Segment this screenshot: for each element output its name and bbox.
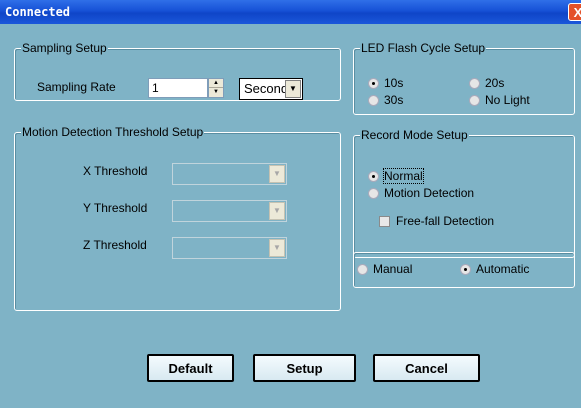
window-title: Connected [5, 5, 71, 19]
spinner-up-icon[interactable]: ▲ [209, 79, 223, 88]
led-10s-label: 10s [384, 76, 404, 90]
record-motion-label: Motion Detection [384, 186, 475, 200]
chevron-down-icon[interactable]: ▼ [269, 239, 285, 257]
led-nolight-radio[interactable]: No Light [469, 93, 530, 107]
led-20s-label: 20s [485, 76, 505, 90]
title-bar[interactable]: Connected X [0, 0, 581, 24]
radio-icon[interactable] [469, 94, 480, 106]
spinner-down-icon[interactable]: ▼ [209, 88, 223, 97]
record-normal-radio[interactable]: Normal [368, 168, 424, 184]
x-threshold-select[interactable]: ▼ [172, 163, 287, 185]
dialog-body: Sampling Setup Sampling Rate 1 ▲ ▼ Secon… [3, 24, 578, 404]
z-threshold-label: Z Threshold [83, 238, 147, 252]
mode-automatic-radio[interactable]: Automatic [460, 262, 529, 276]
radio-selected-icon[interactable] [368, 170, 379, 182]
sampling-rate-label: Sampling Rate [37, 80, 116, 94]
radio-icon[interactable] [368, 187, 379, 199]
led-flash-legend: LED Flash Cycle Setup [360, 41, 487, 55]
radio-selected-icon[interactable] [460, 263, 471, 275]
radio-selected-icon[interactable] [368, 77, 379, 89]
sampling-unit-value: Second [244, 81, 289, 96]
setup-button[interactable]: Setup [253, 354, 356, 382]
radio-icon[interactable] [368, 94, 379, 106]
freefall-label: Free-fall Detection [396, 214, 495, 228]
led-20s-radio[interactable]: 20s [469, 76, 504, 90]
chevron-down-icon[interactable]: ▼ [269, 202, 285, 220]
freefall-checkbox[interactable]: Free-fall Detection [379, 214, 494, 228]
checkbox-icon[interactable] [379, 215, 390, 227]
cancel-button[interactable]: Cancel [373, 354, 480, 382]
chevron-down-icon[interactable]: ▼ [269, 165, 285, 183]
default-button[interactable]: Default [147, 354, 234, 382]
sampling-rate-spinner[interactable]: ▲ ▼ [208, 78, 224, 98]
connected-window: Connected X Sampling Setup Sampling Rate… [0, 0, 581, 408]
record-mode-legend: Record Mode Setup [360, 128, 469, 142]
led-nolight-label: No Light [485, 93, 530, 107]
radio-icon[interactable] [469, 77, 480, 89]
led-30s-label: 30s [384, 93, 404, 107]
x-threshold-label: X Threshold [83, 164, 148, 178]
mode-automatic-label: Automatic [476, 262, 530, 276]
y-threshold-select[interactable]: ▼ [172, 200, 287, 222]
record-normal-label: Normal [383, 168, 424, 184]
sampling-unit-select[interactable]: Second ▼ [239, 78, 303, 100]
z-threshold-select[interactable]: ▼ [172, 237, 287, 259]
mode-manual-label: Manual [373, 262, 413, 276]
sampling-setup-legend: Sampling Setup [21, 41, 108, 55]
radio-icon[interactable] [357, 263, 368, 275]
led-10s-radio[interactable]: 10s [368, 76, 403, 90]
record-motion-radio[interactable]: Motion Detection [368, 186, 474, 200]
motion-threshold-legend: Motion Detection Threshold Setup [21, 125, 205, 139]
sampling-rate-input[interactable]: 1 [148, 78, 208, 98]
chevron-down-icon[interactable]: ▼ [285, 80, 301, 98]
led-30s-radio[interactable]: 30s [368, 93, 403, 107]
close-icon[interactable]: X [568, 3, 581, 21]
mode-manual-radio[interactable]: Manual [357, 262, 412, 276]
y-threshold-label: Y Threshold [83, 201, 148, 215]
